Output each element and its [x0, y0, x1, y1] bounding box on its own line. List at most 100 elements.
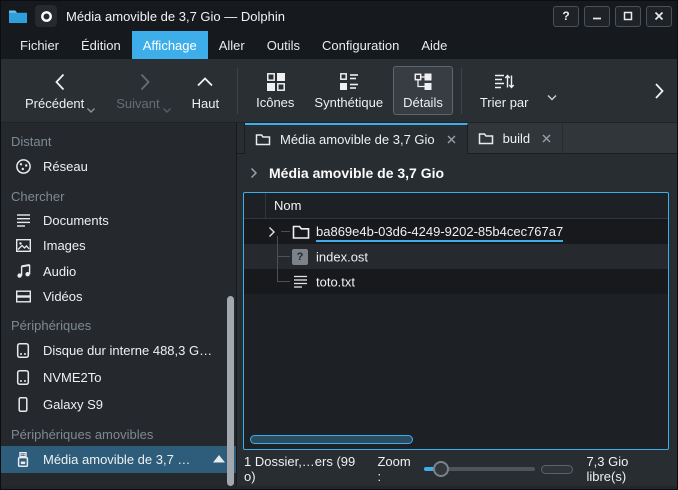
- sidebar-item-label: Réseau: [43, 159, 226, 174]
- sort-by-button[interactable]: Trier par: [470, 66, 539, 115]
- usb-drive-icon: [14, 451, 32, 468]
- chevron-right-icon[interactable]: [250, 167, 258, 179]
- free-space-bar: [541, 465, 573, 474]
- menu-aide[interactable]: Aide: [410, 31, 458, 59]
- chevron-left-icon: [50, 72, 72, 92]
- minimize-button[interactable]: [584, 6, 610, 27]
- tab-close-icon[interactable]: [541, 133, 552, 144]
- free-space-text: 7,3 Gio libre(s): [586, 454, 667, 484]
- sidebar-item-videos[interactable]: Vidéos: [1, 284, 236, 309]
- folder-icon: [478, 132, 494, 145]
- file-name[interactable]: toto.txt: [316, 274, 355, 289]
- column-header-nom[interactable]: Nom: [266, 193, 301, 218]
- sidebar-item-images[interactable]: Images: [1, 233, 236, 258]
- menu-affichage[interactable]: Affichage: [132, 31, 208, 59]
- expander-column: [244, 193, 266, 218]
- file-row-folder[interactable]: ba869e4b-03d6-4249-9202-85b4cec767a7: [244, 219, 668, 244]
- sidebar-item-reseau[interactable]: Réseau: [1, 153, 236, 180]
- section-peripheriques-amovibles: Périphériques amovibles: [1, 418, 236, 446]
- documents-icon: [14, 213, 32, 228]
- toolbar: Précédent Suivant Haut Icônes: [1, 59, 677, 123]
- sidebar-item-label: Images: [43, 238, 226, 253]
- file-name[interactable]: index.ost: [316, 249, 368, 264]
- film-icon: [14, 289, 32, 304]
- tabbar: Média amovible de 3,7 Gio build: [237, 123, 677, 154]
- hard-drive-icon: [14, 369, 32, 386]
- horizontal-scrollbar[interactable]: [250, 435, 413, 444]
- breadcrumb-location[interactable]: Média amovible de 3,7 Gio: [269, 165, 444, 181]
- tab-label: build: [503, 131, 530, 146]
- file-name[interactable]: ba869e4b-03d6-4249-9202-85b4cec767a7: [316, 224, 563, 242]
- help-button[interactable]: ?: [553, 6, 579, 27]
- eject-icon[interactable]: [212, 454, 226, 465]
- tab-close-icon[interactable]: [446, 134, 457, 145]
- sidebar-item-audio[interactable]: Audio: [1, 258, 236, 284]
- menu-outils[interactable]: Outils: [256, 31, 311, 59]
- compact-view-icon: [339, 72, 359, 91]
- file-row-toto-txt[interactable]: toto.txt: [244, 269, 668, 294]
- section-distant: Distant: [1, 127, 236, 153]
- sidebar-item-label: Média amovible de 3,7 …: [43, 452, 197, 467]
- statusbar: 1 Dossier,…ers (99 o) Zoom : 7,3 Gio lib…: [237, 452, 677, 486]
- window-bottom-edge: [1, 486, 677, 489]
- details-view-icon: [413, 72, 433, 91]
- toolbar-separator: [461, 68, 462, 114]
- close-button[interactable]: [646, 6, 672, 27]
- titlebar: Média amovible de 3,7 Gio — Dolphin ?: [1, 1, 677, 31]
- zoom-slider[interactable]: [424, 460, 536, 478]
- details-view-button[interactable]: Détails: [393, 66, 453, 115]
- icons-view-icon: [266, 72, 285, 91]
- maximize-icon: [623, 11, 633, 21]
- music-note-icon: [14, 263, 32, 279]
- sidebar-item-disque-interne[interactable]: Disque dur interne 488,3 G…: [1, 337, 236, 364]
- file-view: Nom ba869e4b-03d6-4249-9202-85b4cec767a7: [243, 192, 669, 450]
- icons-view-button[interactable]: Icônes: [246, 66, 304, 115]
- sidebar-item-label: Documents: [43, 213, 226, 228]
- up-button[interactable]: Haut: [182, 66, 229, 116]
- chevron-right-icon: [133, 72, 155, 92]
- compact-view-button[interactable]: Synthétique: [304, 66, 393, 115]
- window-controls: ?: [553, 6, 672, 27]
- phone-icon: [14, 396, 32, 413]
- sort-dropdown-chevron-icon[interactable]: [546, 94, 558, 102]
- network-icon: [14, 158, 32, 175]
- sort-by-label: Trier par: [480, 96, 529, 109]
- back-button[interactable]: Précédent: [15, 66, 106, 116]
- app-menu-button[interactable]: [35, 5, 57, 27]
- sort-icon: [493, 72, 515, 91]
- toolbar-overflow-chevron-icon[interactable]: [653, 81, 665, 101]
- menu-configuration[interactable]: Configuration: [311, 31, 410, 59]
- sidebar-scrollbar[interactable]: [227, 296, 234, 486]
- menu-fichier[interactable]: Fichier: [9, 31, 70, 59]
- sidebar-item-nvme2to[interactable]: NVME2To: [1, 364, 236, 391]
- sidebar-item-label: Vidéos: [43, 289, 226, 304]
- sidebar-item-galaxy-s9[interactable]: Galaxy S9: [1, 391, 236, 418]
- tab-label: Média amovible de 3,7 Gio: [280, 132, 435, 147]
- file-row-index-ost[interactable]: ? index.ost: [244, 244, 668, 269]
- icons-view-label: Icônes: [256, 96, 294, 109]
- menu-aller[interactable]: Aller: [208, 31, 256, 59]
- up-label: Haut: [192, 97, 219, 110]
- forward-button[interactable]: Suivant: [106, 66, 181, 116]
- back-label: Précédent: [25, 97, 84, 110]
- file-rows: ba869e4b-03d6-4249-9202-85b4cec767a7 ? i…: [244, 219, 668, 294]
- expand-chevron-icon[interactable]: [268, 226, 276, 238]
- zoom-slider-handle[interactable]: [433, 461, 449, 477]
- tab-media-amovible[interactable]: Média amovible de 3,7 Gio: [245, 123, 468, 154]
- tab-build[interactable]: build: [468, 123, 563, 153]
- hard-drive-icon: [14, 342, 32, 359]
- sidebar-item-documents[interactable]: Documents: [1, 208, 236, 233]
- close-icon: [654, 11, 664, 21]
- menubar: Fichier Édition Affichage Aller Outils C…: [1, 31, 677, 59]
- sidebar-item-media-amovible[interactable]: Média amovible de 3,7 …: [1, 446, 236, 473]
- dolphin-window: Média amovible de 3,7 Gio — Dolphin ? Fi…: [0, 0, 678, 490]
- folder-icon: [255, 133, 271, 146]
- section-peripheriques: Périphériques: [1, 309, 236, 337]
- status-summary: 1 Dossier,…ers (99 o): [244, 454, 363, 484]
- forward-label: Suivant: [116, 97, 159, 110]
- maximize-button[interactable]: [615, 6, 641, 27]
- details-view-label: Détails: [403, 96, 443, 109]
- zoom-label: Zoom :: [377, 454, 415, 484]
- menu-edition[interactable]: Édition: [70, 31, 132, 59]
- sidebar-item-label: NVME2To: [43, 370, 226, 385]
